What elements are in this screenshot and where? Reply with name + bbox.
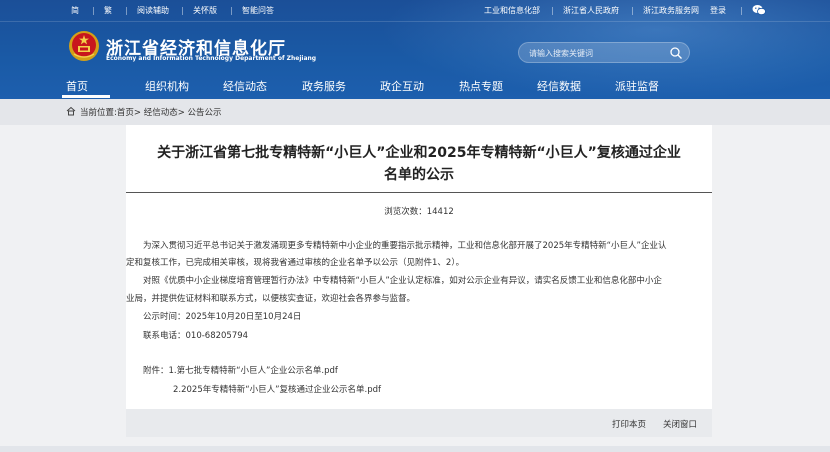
close-window-button[interactable]: 关闭窗口 [663, 418, 697, 430]
traditional-chinese-link[interactable]: 繁 [104, 5, 112, 17]
nav-active-indicator [62, 95, 110, 98]
simplified-chinese-link[interactable]: 简 [71, 5, 79, 17]
search-icon[interactable] [669, 46, 683, 60]
separator: | [551, 6, 554, 15]
contact-phone: 联系电话：010-68205794 [143, 331, 249, 341]
login-link[interactable]: 登录 [710, 5, 726, 17]
site-header: 简 | 繁 | 阅读辅助 | 关怀版 | 智能问答 工业和信息化部 | 浙江省人… [0, 0, 830, 99]
care-edition-link[interactable]: 关怀版 [193, 5, 217, 17]
breadcrumb-bar: 当前位置:首页> 经信动态> 公告公示 [0, 99, 830, 125]
separator: | [181, 6, 184, 15]
breadcrumb[interactable]: 当前位置:首页> 经信动态> 公告公示 [80, 106, 222, 118]
separator: | [230, 6, 233, 15]
main-nav: 首页 组织机构 经信动态 政务服务 政企互动 热点专题 经信数据 派驻监督 [0, 74, 830, 99]
article-title-line1: 关于浙江省第七批专精特新“小巨人”企业和2025年专精特新“小巨人”复核通过企业 [157, 145, 681, 161]
title-divider [126, 192, 712, 193]
page-bottom-strip [0, 446, 830, 452]
nav-organization[interactable]: 组织机构 [145, 78, 189, 94]
separator: | [125, 6, 128, 15]
nav-supervision[interactable]: 派驻监督 [615, 78, 659, 94]
separator: | [92, 6, 95, 15]
separator: | [631, 6, 634, 15]
nav-data[interactable]: 经信数据 [537, 78, 581, 94]
smart-qa-link[interactable]: 智能问答 [242, 5, 274, 17]
miit-link[interactable]: 工业和信息化部 [484, 5, 540, 17]
publicity-period: 公示时间：2025年10月20日至10月24日 [143, 312, 302, 322]
site-subtitle: Economy and Information Technology Depar… [106, 55, 317, 62]
nav-interaction[interactable]: 政企互动 [380, 78, 424, 94]
paragraph-1-line-2: 定和复核工作，已完成相关审核，现将我省通过审核的企业名单予以公示（见附件1、2）… [126, 258, 465, 268]
article-card: 关于浙江省第七批专精特新“小巨人”企业和2025年专精特新“小巨人”复核通过企业… [126, 125, 712, 437]
search-box[interactable] [518, 42, 690, 63]
article-title: 关于浙江省第七批专精特新“小巨人”企业和2025年专精特新“小巨人”复核通过企业… [126, 142, 712, 186]
zj-service-link[interactable]: 浙江政务服务网 [643, 5, 699, 17]
separator: | [740, 6, 743, 15]
top-utility-bar: 简 | 繁 | 阅读辅助 | 关怀版 | 智能问答 工业和信息化部 | 浙江省人… [0, 0, 830, 22]
zj-gov-link[interactable]: 浙江省人民政府 [563, 5, 619, 17]
nav-news[interactable]: 经信动态 [223, 78, 267, 94]
article-footer-bar: 打印本页 关闭窗口 [126, 409, 712, 437]
wechat-icon[interactable] [752, 4, 766, 16]
attachment-2-link[interactable]: 2.2025年专精特新“小巨人”复核通过企业公示名单.pdf [173, 384, 381, 396]
view-count: 浏览次数：14412 [384, 207, 454, 217]
search-input[interactable] [529, 45, 659, 61]
home-icon [66, 106, 76, 116]
paragraph-1-line-1: 为深入贯彻习近平总书记关于激发涌现更多专精特新中小企业的重要指示批示精神，工业和… [143, 241, 667, 251]
reading-aid-link[interactable]: 阅读辅助 [137, 5, 169, 17]
article-title-line2: 名单的公示 [384, 167, 454, 183]
national-emblem-icon [69, 31, 99, 61]
attachment-1-link[interactable]: 附件：1.第七批专精特新“小巨人”企业公示名单.pdf [143, 365, 338, 377]
nav-gov-services[interactable]: 政务服务 [302, 78, 346, 94]
paragraph-2-line-1: 对照《优质中小企业梯度培育管理暂行办法》中专精特新“小巨人”企业认定标准，如对公… [143, 276, 662, 286]
print-page-button[interactable]: 打印本页 [612, 418, 646, 430]
nav-home[interactable]: 首页 [66, 78, 88, 94]
nav-topics[interactable]: 热点专题 [459, 78, 503, 94]
paragraph-2-line-2: 业局，并提供佐证材料和联系方式，以便核实查证，欢迎社会各界参与监督。 [126, 294, 416, 304]
